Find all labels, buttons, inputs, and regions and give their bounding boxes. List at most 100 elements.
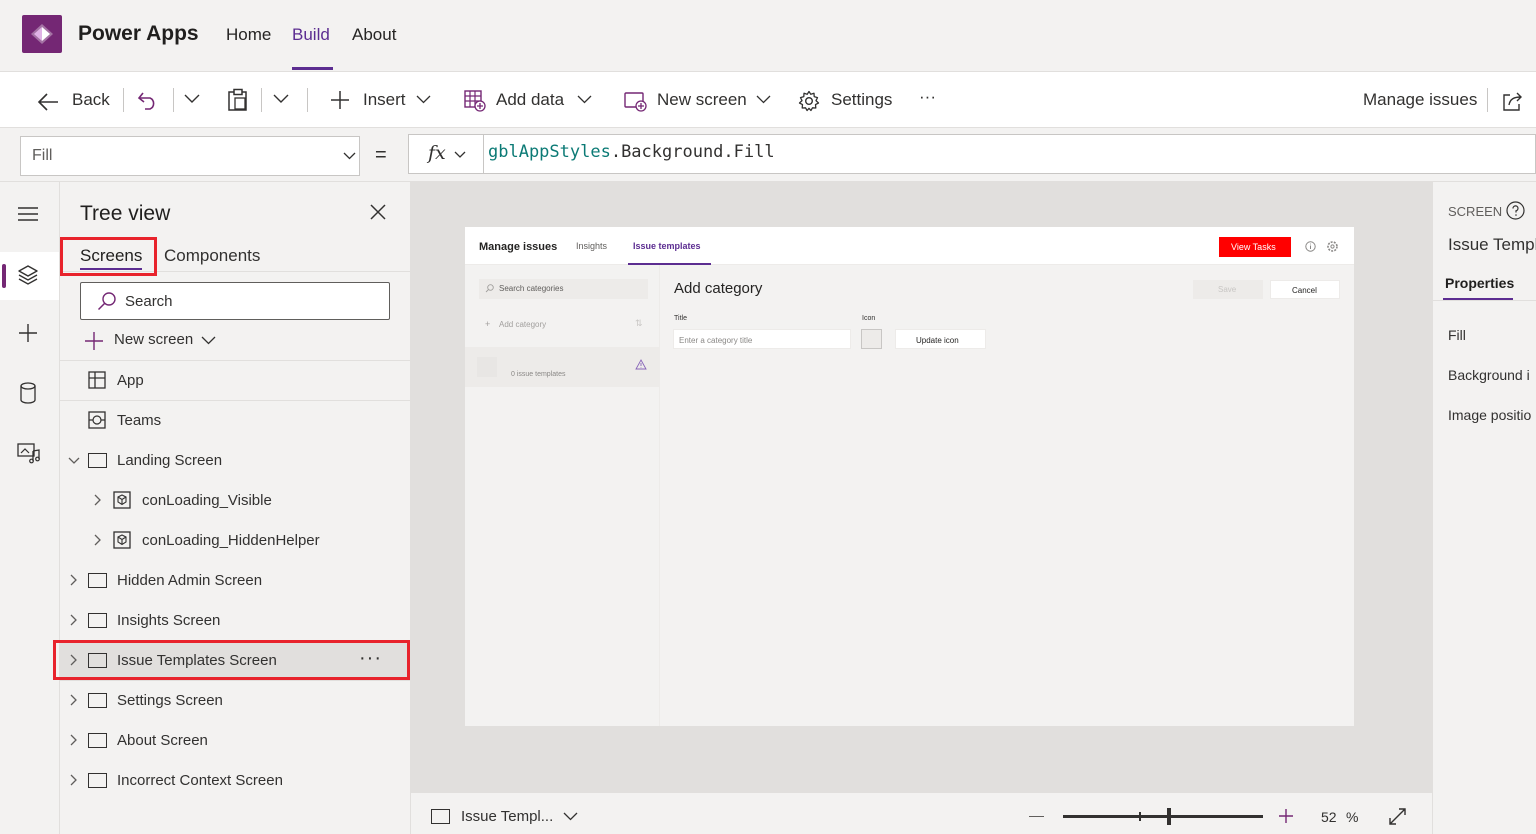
screen-icon [88,733,107,748]
screen-selector-chevron-icon[interactable] [563,812,578,821]
tree-item-hidden-admin-screen[interactable]: Hidden Admin Screen [60,561,411,601]
fx-chevron-icon [454,151,466,158]
insert-plus-rail-icon[interactable] [18,323,38,343]
help-question-icon[interactable] [1506,201,1525,220]
view-tasks-button[interactable]: View Tasks [1219,237,1291,257]
chevron-right-icon[interactable] [70,734,78,746]
back-label[interactable]: Back [72,90,110,110]
add-data-chevron-icon[interactable] [577,95,592,104]
preview-title-input[interactable]: Enter a category title [673,329,851,349]
chevron-down-icon[interactable] [68,457,80,465]
zoom-slider-thumb[interactable] [1167,808,1171,825]
chevron-right-icon[interactable] [70,694,78,706]
search-icon [97,291,117,311]
preview-tab-issue-templates[interactable]: Issue templates [633,241,701,251]
tree-item-settings-screen[interactable]: Settings Screen [60,681,411,721]
tree-item-conloading-hiddenhelper[interactable]: conLoading_HiddenHelper [60,521,411,561]
preview-tab-insights[interactable]: Insights [576,241,607,251]
nav-build[interactable]: Build [292,25,330,45]
property-dropdown[interactable]: Fill [20,136,360,176]
tree-view-panel: Tree view Screens Components Search New … [60,182,411,834]
chevron-right-icon[interactable] [70,774,78,786]
zoom-out-minus-icon[interactable] [1029,816,1044,818]
preview-search-categories[interactable]: Search categories [479,279,648,299]
tree-search-input[interactable]: Search [80,282,390,320]
chevron-right-icon[interactable] [94,534,102,546]
new-screen-chevron-icon[interactable] [756,95,771,104]
add-data-button[interactable]: Add data [496,90,564,110]
app-preview-screen[interactable]: Manage issues Insights Issue templates V… [465,227,1354,726]
nav-about[interactable]: About [352,25,396,45]
hamburger-menu-icon[interactable] [17,206,39,222]
settings-gear-icon[interactable] [798,90,820,112]
property-background-image[interactable]: Background i [1448,367,1530,383]
nav-home[interactable]: Home [226,25,271,45]
screen-icon [88,573,107,588]
new-screen-chevron-icon[interactable] [201,336,216,345]
command-toolbar: Back Insert Add data New screen Settings… [0,72,1536,128]
tab-components[interactable]: Components [164,246,260,266]
sort-icon[interactable]: ⇅ [635,318,643,329]
close-icon[interactable] [370,204,386,220]
insert-chevron-icon[interactable] [416,95,431,104]
undo-icon[interactable] [137,90,159,110]
insert-button[interactable]: Insert [363,90,406,110]
settings-button[interactable]: Settings [831,90,892,110]
paste-icon[interactable] [227,88,249,112]
fit-to-window-icon[interactable] [1388,807,1407,826]
fx-button[interactable]: fx [409,135,484,173]
preview-cancel-button[interactable]: Cancel [1270,280,1340,299]
tree-item-incorrect-context-screen[interactable]: Incorrect Context Screen [60,761,411,801]
chevron-right-icon[interactable] [94,494,102,506]
zoom-slider[interactable] [1063,808,1263,825]
property-fill[interactable]: Fill [1448,327,1466,343]
tree-item-label: App [117,372,144,389]
info-icon[interactable] [1305,241,1316,252]
property-image-position[interactable]: Image positio [1448,407,1531,423]
tree-item-app[interactable]: App [60,361,411,401]
undo-dropdown-chevron-icon[interactable] [184,94,200,104]
preview-save-button[interactable]: Save [1193,280,1263,299]
preview-update-icon-button[interactable]: Update icon [895,329,986,349]
paste-dropdown-chevron-icon[interactable] [273,94,289,104]
preview-app-name: Manage issues [479,241,558,253]
component-icon [113,491,131,509]
tree-item-insights-screen[interactable]: Insights Screen [60,601,411,641]
tree-new-screen-plus-icon[interactable] [84,331,104,351]
preview-category-item[interactable]: 0 issue templates [465,347,660,387]
tree-item-teams[interactable]: Teams [60,401,411,441]
share-icon[interactable] [1502,90,1524,112]
tree-item-label: Insights Screen [117,612,221,629]
preview-icon-swatch[interactable] [861,329,882,349]
add-data-icon[interactable] [464,90,486,112]
chevron-right-icon[interactable] [70,574,78,586]
tree-new-screen-button[interactable]: New screen [114,331,193,348]
tree-item-label: Settings Screen [117,692,223,709]
insert-plus-icon[interactable] [330,90,350,110]
formula-text[interactable]: gblAppStyles.Background.Fill [488,142,775,162]
power-apps-logo [22,15,62,53]
tree-item-landing-screen[interactable]: Landing Screen [60,441,411,481]
tab-properties[interactable]: Properties [1445,275,1514,291]
data-cylinder-icon[interactable] [19,382,37,404]
tree-item-label: Teams [117,412,162,429]
property-value: Fill [32,147,53,164]
zoom-value: 52 [1321,809,1337,825]
rail-tree-view-button[interactable] [0,252,59,300]
zoom-in-plus-icon[interactable] [1278,808,1294,824]
layers-icon [17,264,39,286]
screen-selector[interactable]: Issue Templ... [461,808,553,825]
tree-item-about-screen[interactable]: About Screen [60,721,411,761]
app-title: Power Apps [78,22,199,45]
chevron-right-icon[interactable] [70,614,78,626]
toolbar-divider [173,88,174,112]
new-screen-button[interactable]: New screen [657,90,747,110]
preview-add-category[interactable]: Add category [499,320,546,329]
property-chevron-icon [343,152,356,160]
preview-settings-icon[interactable] [1327,241,1338,252]
new-screen-icon[interactable] [624,91,648,113]
media-icon[interactable] [17,442,41,464]
more-commands-button[interactable]: ··· [919,87,936,107]
tree-item-conloading-visible[interactable]: conLoading_Visible [60,481,411,521]
search-placeholder: Search [125,293,173,310]
